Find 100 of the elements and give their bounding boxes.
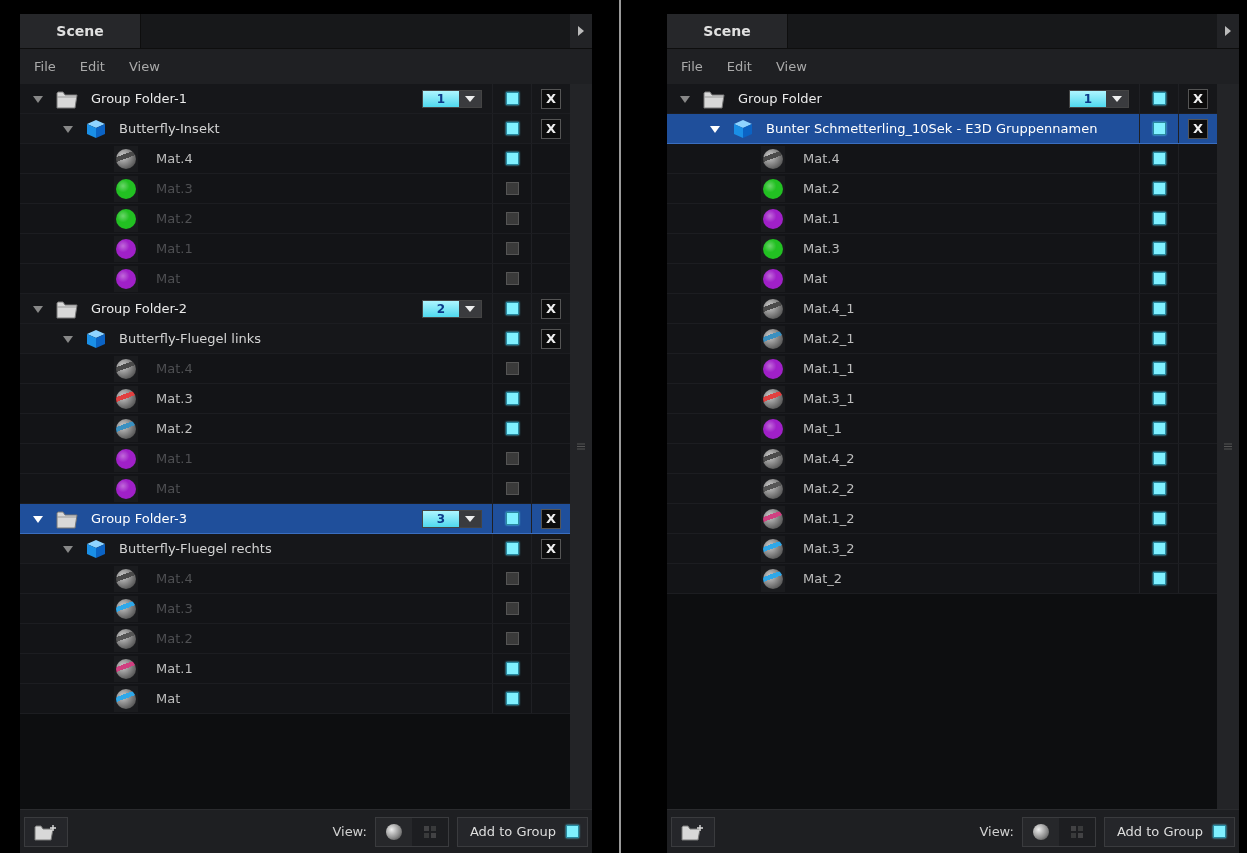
visibility-checkbox[interactable] (1152, 542, 1166, 555)
menu-item[interactable]: File (34, 59, 56, 74)
visibility-checkbox[interactable] (1152, 572, 1166, 585)
scene-tab[interactable]: Scene (20, 14, 141, 48)
group-row[interactable]: Group Folder 1 X (667, 84, 1217, 114)
layer-selector[interactable]: 1 (422, 89, 482, 108)
visibility-checkbox[interactable] (505, 182, 519, 195)
material-row[interactable]: Mat.4 (667, 144, 1217, 174)
visibility-checkbox[interactable] (505, 362, 519, 375)
visibility-checkbox[interactable] (1152, 452, 1166, 465)
material-row[interactable]: Mat.2_2 (667, 474, 1217, 504)
expand-arrow-icon[interactable] (33, 93, 43, 104)
material-row[interactable]: Mat.3 (20, 384, 570, 414)
object-row[interactable]: Butterfly-Fluegel rechts X (20, 534, 570, 564)
visibility-checkbox[interactable] (1152, 422, 1166, 435)
visibility-checkbox[interactable] (505, 482, 519, 495)
remove-button[interactable]: X (541, 298, 561, 319)
visibility-checkbox[interactable] (505, 302, 519, 315)
grip-icon[interactable] (1224, 443, 1232, 450)
visibility-checkbox[interactable] (505, 512, 519, 525)
expand-arrow-icon[interactable] (63, 123, 73, 134)
remove-button[interactable]: X (541, 538, 561, 559)
sphere-view-button[interactable] (375, 817, 412, 846)
visibility-checkbox[interactable] (505, 422, 519, 435)
visibility-checkbox[interactable] (1152, 182, 1166, 195)
scrollbar[interactable] (570, 84, 592, 809)
material-row[interactable]: Mat.1_2 (667, 504, 1217, 534)
material-row[interactable]: Mat_1 (667, 414, 1217, 444)
layer-selector[interactable]: 2 (422, 299, 482, 318)
visibility-checkbox[interactable] (505, 152, 519, 165)
material-row[interactable]: Mat.2 (20, 414, 570, 444)
visibility-checkbox[interactable] (1152, 512, 1166, 525)
expand-arrow-icon[interactable] (710, 123, 720, 134)
material-row[interactable]: Mat.4_1 (667, 294, 1217, 324)
material-row[interactable]: Mat.4 (20, 144, 570, 174)
remove-button[interactable]: X (541, 328, 561, 349)
material-row[interactable]: Mat.1 (20, 654, 570, 684)
expand-arrow-icon[interactable] (63, 543, 73, 554)
new-folder-button[interactable] (671, 816, 715, 847)
visibility-checkbox[interactable] (1152, 92, 1166, 105)
visibility-checkbox[interactable] (1152, 212, 1166, 225)
expand-arrow-icon[interactable] (33, 513, 43, 524)
material-row[interactable]: Mat.2_1 (667, 324, 1217, 354)
object-row[interactable]: Butterfly-Fluegel links X (20, 324, 570, 354)
visibility-checkbox[interactable] (505, 272, 519, 285)
layer-selector[interactable]: 3 (422, 509, 482, 528)
grip-icon[interactable] (577, 443, 585, 450)
scene-tab[interactable]: Scene (667, 14, 788, 48)
visibility-checkbox[interactable] (1152, 482, 1166, 495)
expand-arrow-icon[interactable] (680, 93, 690, 104)
visibility-checkbox[interactable] (505, 662, 519, 675)
scrollbar[interactable] (1217, 84, 1239, 809)
visibility-checkbox[interactable] (1152, 362, 1166, 375)
material-row[interactable]: Mat.3_2 (667, 534, 1217, 564)
material-row[interactable]: Mat_2 (667, 564, 1217, 594)
visibility-checkbox[interactable] (505, 542, 519, 555)
add-to-group-button[interactable]: Add to Group (1103, 816, 1235, 847)
visibility-checkbox[interactable] (505, 452, 519, 465)
group-row[interactable]: Group Folder-3 3 X (20, 504, 570, 534)
material-row[interactable]: Mat.3 (667, 234, 1217, 264)
dropdown-caret-icon[interactable] (459, 90, 481, 107)
dropdown-caret-icon[interactable] (1106, 90, 1128, 107)
menu-item[interactable]: Edit (726, 59, 752, 74)
visibility-checkbox[interactable] (505, 92, 519, 105)
remove-button[interactable]: X (1188, 118, 1208, 139)
sphere-view-button[interactable] (1022, 817, 1059, 846)
material-row[interactable]: Mat (20, 684, 570, 714)
visibility-checkbox[interactable] (505, 212, 519, 225)
material-row[interactable]: Mat.1 (667, 204, 1217, 234)
add-to-group-button[interactable]: Add to Group (456, 816, 588, 847)
visibility-checkbox[interactable] (505, 602, 519, 615)
expand-arrow-icon[interactable] (63, 333, 73, 344)
visibility-checkbox[interactable] (1152, 122, 1166, 135)
dropdown-caret-icon[interactable] (459, 300, 481, 317)
material-row[interactable]: Mat.3_1 (667, 384, 1217, 414)
add-checkbox[interactable] (566, 825, 579, 838)
visibility-checkbox[interactable] (1152, 242, 1166, 255)
material-row[interactable]: Mat.4_2 (667, 444, 1217, 474)
menu-item[interactable]: View (775, 59, 807, 74)
visibility-checkbox[interactable] (505, 392, 519, 405)
material-row[interactable]: Mat (667, 264, 1217, 294)
object-row[interactable]: Butterfly-Insekt X (20, 114, 570, 144)
visibility-checkbox[interactable] (505, 122, 519, 135)
menu-item[interactable]: View (128, 59, 160, 74)
remove-button[interactable]: X (541, 118, 561, 139)
object-row[interactable]: Bunter Schmetterling_10Sek - E3D Gruppennamen X (667, 114, 1217, 144)
remove-button[interactable]: X (541, 88, 561, 109)
visibility-checkbox[interactable] (1152, 392, 1166, 405)
group-row[interactable]: Group Folder-1 1 X (20, 84, 570, 114)
new-folder-button[interactable] (24, 816, 68, 847)
visibility-checkbox[interactable] (505, 632, 519, 645)
menu-item[interactable]: File (681, 59, 703, 74)
dropdown-caret-icon[interactable] (459, 510, 481, 527)
remove-button[interactable]: X (541, 508, 561, 529)
expand-arrow-icon[interactable] (33, 303, 43, 314)
layer-selector[interactable]: 1 (1069, 89, 1129, 108)
material-row[interactable]: Mat.2 (667, 174, 1217, 204)
material-row[interactable]: Mat.1_1 (667, 354, 1217, 384)
add-checkbox[interactable] (1213, 825, 1226, 838)
visibility-checkbox[interactable] (505, 242, 519, 255)
